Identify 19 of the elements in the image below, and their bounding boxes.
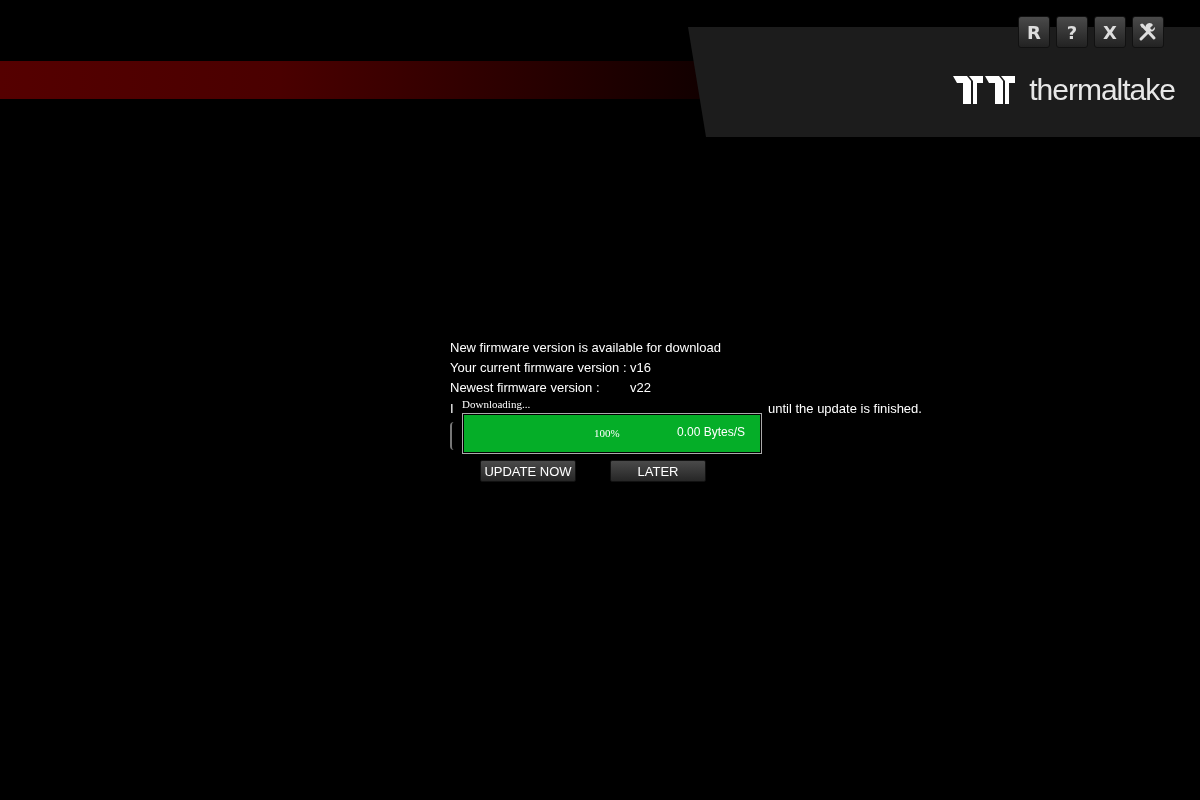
download-title: Downloading...: [462, 397, 531, 412]
window-button[interactable]: ?: [1056, 16, 1088, 48]
brand-name: thermaltake: [1029, 75, 1175, 105]
dialog-text: I: [450, 400, 454, 416]
window-button[interactable]: X: [1094, 16, 1126, 48]
dialog-text: Newest firmware version :: [450, 380, 601, 396]
logo-icon: [953, 75, 1018, 105]
dialog-text: until the update is finished.: [768, 400, 922, 416]
version-value: v22: [630, 380, 651, 396]
dialog-button[interactable]: LATER: [610, 460, 706, 482]
tools-button[interactable]: [1132, 16, 1164, 48]
dialog-text: New firmware version is available for download: [450, 340, 721, 356]
window-button[interactable]: R: [1018, 16, 1050, 48]
dialog-button[interactable]: UPDATE NOW: [480, 460, 576, 482]
dialog-text: Your current firmware version :: [450, 360, 628, 376]
wrench-screwdriver-icon: [1138, 22, 1158, 42]
version-value: v16: [630, 360, 651, 376]
download-speed: 0.00 Bytes/S: [677, 425, 746, 439]
progress-percent: 100%: [594, 427, 620, 439]
